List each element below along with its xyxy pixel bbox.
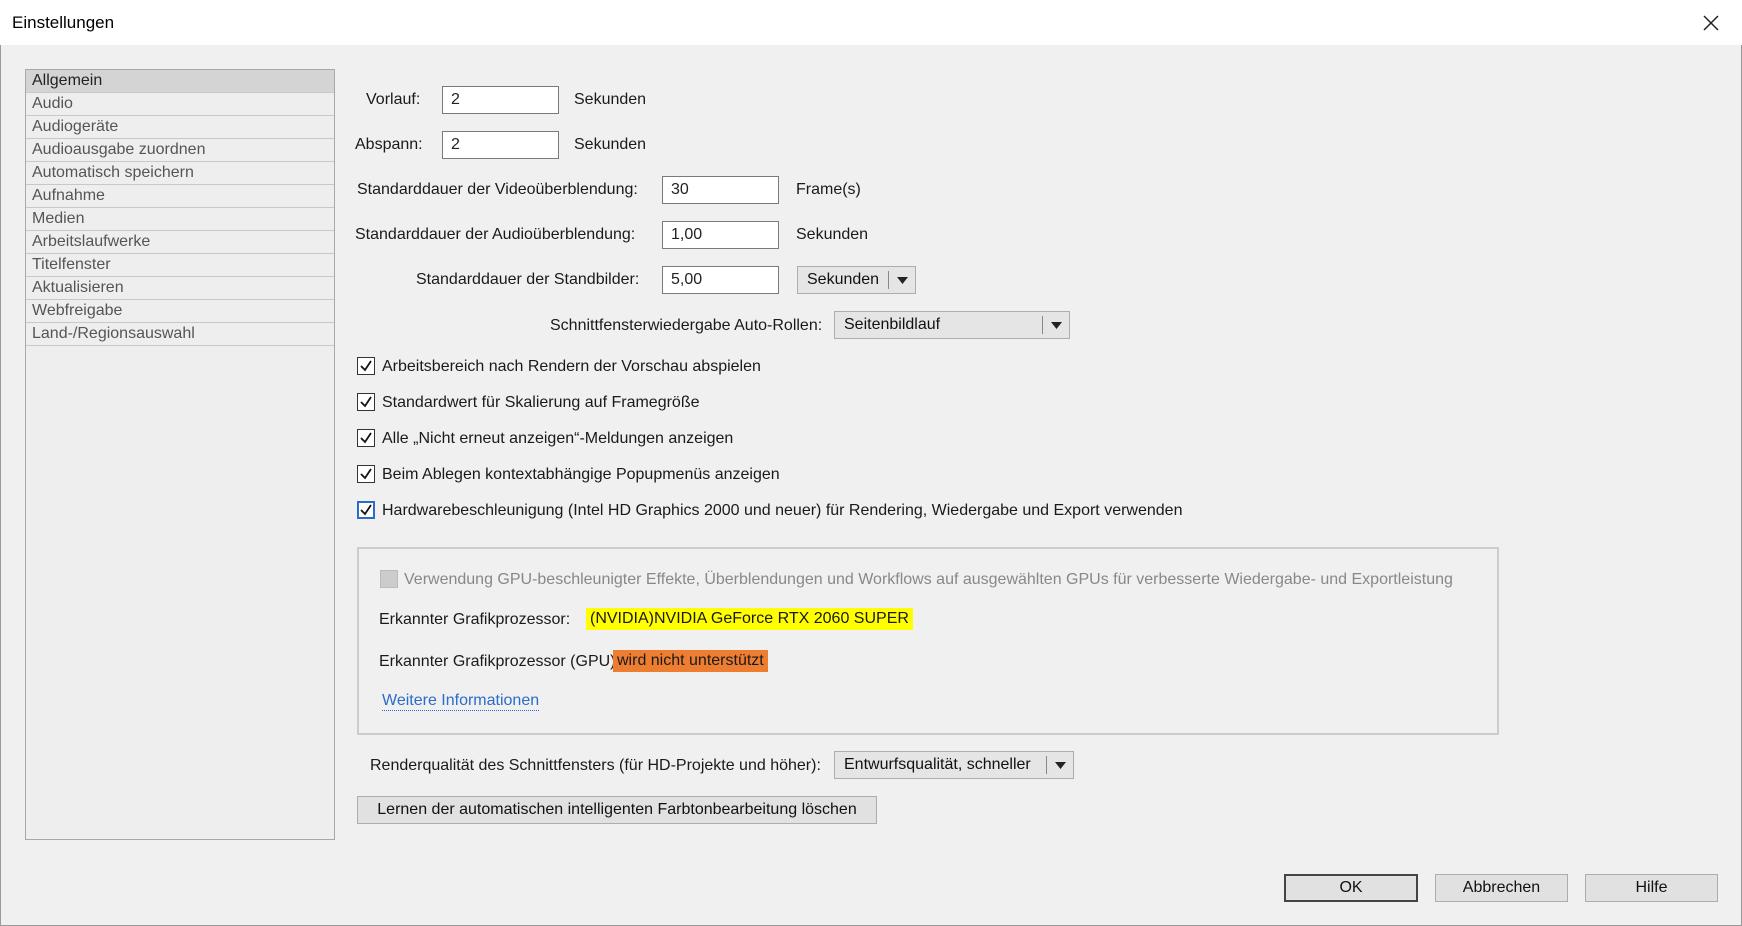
close-icon[interactable] [1699, 11, 1723, 35]
sidebar-item-audio[interactable]: Audio [26, 93, 334, 116]
render-quality-label: Renderqualität des Schnittfensters (für … [370, 757, 821, 774]
checkbox-scale-frame-label: Standardwert für Skalierung auf Framegrö… [382, 394, 700, 411]
postroll-label: Abspann: [355, 136, 423, 153]
preroll-input[interactable] [442, 86, 559, 114]
detected-gpu-label: Erkannter Grafikprozessor: [379, 611, 571, 628]
checkbox-hardware-accel[interactable] [357, 501, 375, 519]
sidebar-item-allgemein[interactable]: Allgemein [26, 70, 334, 93]
window-title: Einstellungen [12, 13, 115, 32]
detected-gpu-value: (NVIDIA)NVIDIA GeForce RTX 2060 SUPER [586, 608, 913, 630]
sidebar-item-audioausgabe[interactable]: Audioausgabe zuordnen [26, 139, 334, 162]
help-button[interactable]: Hilfe [1585, 874, 1718, 902]
checkbox-context-popup-label: Beim Ablegen kontextabhängige Popupmenüs… [382, 466, 780, 483]
cancel-button[interactable]: Abbrechen [1435, 874, 1568, 902]
gpu-support-label: Erkannter Grafikprozessor (GPU) [379, 653, 616, 670]
reset-auto-tone-button[interactable]: Lernen der automatischen intelligenten F… [357, 796, 877, 824]
checkmark-icon [360, 360, 372, 372]
checkbox-show-messages-label: Alle „Nicht erneut anzeigen“-Meldungen a… [382, 430, 734, 447]
chevron-down-icon [1043, 321, 1069, 329]
postroll-input[interactable] [442, 131, 559, 159]
still-image-input[interactable] [662, 266, 779, 294]
checkmark-icon [360, 468, 372, 480]
more-info-link[interactable]: Weitere Informationen [382, 692, 540, 711]
sidebar-item-audiogeraete[interactable]: Audiogeräte [26, 116, 334, 139]
checkbox-gpu-effects-label: Verwendung GPU-beschleunigter Effekte, Ü… [404, 571, 1453, 588]
audio-transition-input[interactable] [662, 221, 779, 249]
video-transition-unit: Frame(s) [796, 181, 861, 198]
checkbox-play-workarea-label: Arbeitsbereich nach Rendern der Vorschau… [382, 358, 761, 375]
video-transition-input[interactable] [662, 176, 779, 204]
checkbox-hardware-accel-label: Hardwarebeschleunigung (Intel HD Graphic… [382, 502, 1183, 519]
sidebar-item-arbeitslaufwerke[interactable]: Arbeitslaufwerke [26, 231, 334, 254]
checkbox-context-popup[interactable] [357, 465, 375, 483]
preroll-label: Vorlauf: [366, 91, 421, 108]
checkbox-gpu-effects[interactable] [380, 570, 398, 588]
still-image-unit-select[interactable]: Sekunden [797, 266, 916, 294]
sidebar-item-region[interactable]: Land-/Regionsauswahl [26, 323, 334, 346]
sidebar-item-aktualisieren[interactable]: Aktualisieren [26, 277, 334, 300]
checkbox-scale-frame[interactable] [357, 393, 375, 411]
still-image-unit-value: Sekunden [807, 271, 880, 288]
postroll-unit: Sekunden [574, 136, 647, 153]
autoscroll-select[interactable]: Seitenbildlauf [834, 311, 1070, 339]
checkmark-icon [360, 504, 372, 516]
chevron-down-icon [889, 276, 915, 284]
gpu-support-status: wird nicht unterstützt [613, 650, 768, 672]
video-transition-label: Standarddauer der Videoüberblendung: [357, 181, 638, 198]
title-bar [0, 0, 1742, 45]
sidebar-item-webfreigabe[interactable]: Webfreigabe [26, 300, 334, 323]
category-list: Allgemein Audio Audiogeräte Audioausgabe… [25, 69, 335, 840]
sidebar-item-titelfenster[interactable]: Titelfenster [26, 254, 334, 277]
autoscroll-label: Schnittfensterwiedergabe Auto-Rollen: [550, 317, 823, 334]
render-quality-select[interactable]: Entwurfsqualität, schneller [834, 751, 1074, 779]
sidebar-item-aufnahme[interactable]: Aufnahme [26, 185, 334, 208]
checkmark-icon [360, 432, 372, 444]
checkmark-icon [360, 396, 372, 408]
sidebar-item-medien[interactable]: Medien [26, 208, 334, 231]
still-image-label: Standarddauer der Standbilder: [416, 271, 640, 288]
autoscroll-value: Seitenbildlauf [844, 316, 941, 333]
chevron-down-icon [1047, 761, 1073, 769]
audio-transition-unit: Sekunden [796, 226, 869, 243]
checkbox-show-messages[interactable] [357, 429, 375, 447]
ok-button[interactable]: OK [1284, 874, 1418, 902]
sidebar-item-autosave[interactable]: Automatisch speichern [26, 162, 334, 185]
preroll-unit: Sekunden [574, 91, 647, 108]
checkbox-play-workarea[interactable] [357, 357, 375, 375]
render-quality-value: Entwurfsqualität, schneller [844, 756, 1031, 773]
audio-transition-label: Standarddauer der Audioüberblendung: [355, 226, 636, 243]
